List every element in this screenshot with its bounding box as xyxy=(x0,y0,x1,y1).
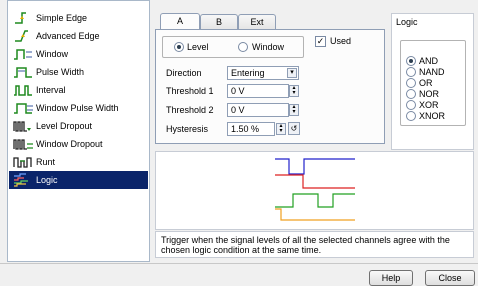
tab-b[interactable]: B xyxy=(200,14,238,30)
trigger-item-logic[interactable]: Logic xyxy=(9,171,148,189)
logic-option-xnor-radio[interactable] xyxy=(406,111,416,121)
waveform-b xyxy=(275,174,355,189)
channel-settings-panel: Level Window ✓ Used Direction Entering ▾… xyxy=(155,29,385,144)
trigger-item-label: Pulse Width xyxy=(36,66,85,77)
waveform-illustration xyxy=(275,158,355,221)
logic-icon xyxy=(14,173,28,187)
used-checkbox[interactable]: ✓ xyxy=(315,36,326,47)
trigger-item-label: Runt xyxy=(36,156,56,167)
tab-a[interactable]: A xyxy=(160,13,200,30)
simple-edge-icon xyxy=(15,11,26,24)
window-radio-label: Window xyxy=(252,42,285,52)
logic-option-and-radio[interactable] xyxy=(406,56,416,66)
threshold2-input[interactable]: 0 V xyxy=(227,103,289,117)
trigger-item-window-pulse-width[interactable]: Window Pulse Width xyxy=(9,99,148,116)
logic-option-label: NOR xyxy=(419,89,439,99)
trigger-item-simple-edge[interactable]: Simple Edge xyxy=(9,9,148,26)
logic-option-label: XNOR xyxy=(419,111,446,121)
logic-option-xor-radio[interactable] xyxy=(406,100,416,110)
trigger-item-label: Window Dropout xyxy=(36,138,103,149)
waveform-a xyxy=(275,158,355,175)
trigger-item-level-dropout[interactable]: Level Dropout xyxy=(9,117,148,134)
threshold1-spinner[interactable]: ▴ ▾ xyxy=(289,85,299,97)
trigger-item-window-dropout[interactable]: Window Dropout xyxy=(9,135,148,152)
close-button[interactable]: Close xyxy=(425,270,475,286)
waveform-c xyxy=(275,193,355,208)
waveform-d xyxy=(275,208,355,221)
trigger-item-label: Interval xyxy=(36,84,66,95)
threshold2-spinner[interactable]: ▴ ▾ xyxy=(289,104,299,116)
threshold1-label: Threshold 1 xyxy=(166,86,214,96)
trigger-item-label: Advanced Edge xyxy=(36,30,100,41)
trigger-item-runt[interactable]: Runt xyxy=(9,153,148,170)
trigger-item-window[interactable]: Window xyxy=(9,45,148,62)
logic-option-nor-radio[interactable] xyxy=(406,89,416,99)
trigger-item-label: Logic xyxy=(36,175,58,185)
logic-option-nand-radio[interactable] xyxy=(406,67,416,77)
threshold2-label: Threshold 2 xyxy=(166,105,214,115)
tab-ext[interactable]: Ext xyxy=(238,14,276,30)
hysteresis-value: 1.50 % xyxy=(231,124,260,134)
trigger-item-interval[interactable]: Interval xyxy=(9,81,148,98)
trigger-type-list[interactable]: Simple Edge Advanced Edge Window Pulse W… xyxy=(7,0,150,262)
logic-title: Logic xyxy=(396,17,418,27)
direction-label: Direction xyxy=(166,68,202,78)
threshold1-value: 0 V xyxy=(231,86,245,96)
advanced-edge-icon xyxy=(15,29,28,42)
logic-option-label: OR xyxy=(419,78,433,88)
trigger-item-pulse-width[interactable]: Pulse Width xyxy=(9,63,148,80)
trigger-item-advanced-edge[interactable]: Advanced Edge xyxy=(9,27,148,44)
hysteresis-input[interactable]: 1.50 % xyxy=(227,122,275,136)
logic-waveform-diagram xyxy=(155,151,474,230)
reset-icon[interactable]: ↺ xyxy=(288,122,300,135)
hysteresis-spinner[interactable]: ▴ ▾ xyxy=(276,123,286,135)
level-radio[interactable] xyxy=(174,42,184,52)
threshold1-input[interactable]: 0 V xyxy=(227,84,289,98)
tab-label: Ext xyxy=(250,17,264,27)
logic-option-label: AND xyxy=(419,56,439,66)
trigger-item-label: Window Pulse Width xyxy=(36,102,119,113)
used-label: Used xyxy=(330,36,352,46)
chevron-down-icon[interactable]: ▾ xyxy=(287,68,297,78)
logic-option-or-radio[interactable] xyxy=(406,78,416,88)
logic-option-label: NAND xyxy=(419,67,445,77)
level-dropout-icon xyxy=(13,120,31,132)
runt-icon xyxy=(13,156,32,168)
pulse-width-icon xyxy=(14,66,32,78)
hysteresis-label: Hysteresis xyxy=(166,124,209,134)
level-radio-label: Level xyxy=(187,42,209,52)
tab-label: A xyxy=(176,16,183,26)
window-icon xyxy=(14,48,32,60)
interval-icon xyxy=(14,84,32,96)
help-button[interactable]: Help xyxy=(369,270,413,286)
direction-select[interactable]: Entering ▾ xyxy=(227,66,299,80)
trigger-item-label: Simple Edge xyxy=(36,12,88,23)
trigger-description: Trigger when the signal levels of all th… xyxy=(155,231,474,258)
direction-value: Entering xyxy=(231,68,265,78)
window-dropout-icon xyxy=(13,138,33,150)
logic-panel: Logic AND NAND OR NOR XOR XNOR xyxy=(391,13,474,150)
window-pulse-width-icon xyxy=(14,102,33,114)
trigger-item-label: Window xyxy=(36,48,69,59)
window-radio[interactable] xyxy=(238,42,248,52)
threshold2-value: 0 V xyxy=(231,105,245,115)
tab-label: B xyxy=(215,17,222,27)
logic-option-label: XOR xyxy=(419,100,439,110)
trigger-item-label: Level Dropout xyxy=(36,120,93,131)
footer-divider xyxy=(0,263,478,264)
